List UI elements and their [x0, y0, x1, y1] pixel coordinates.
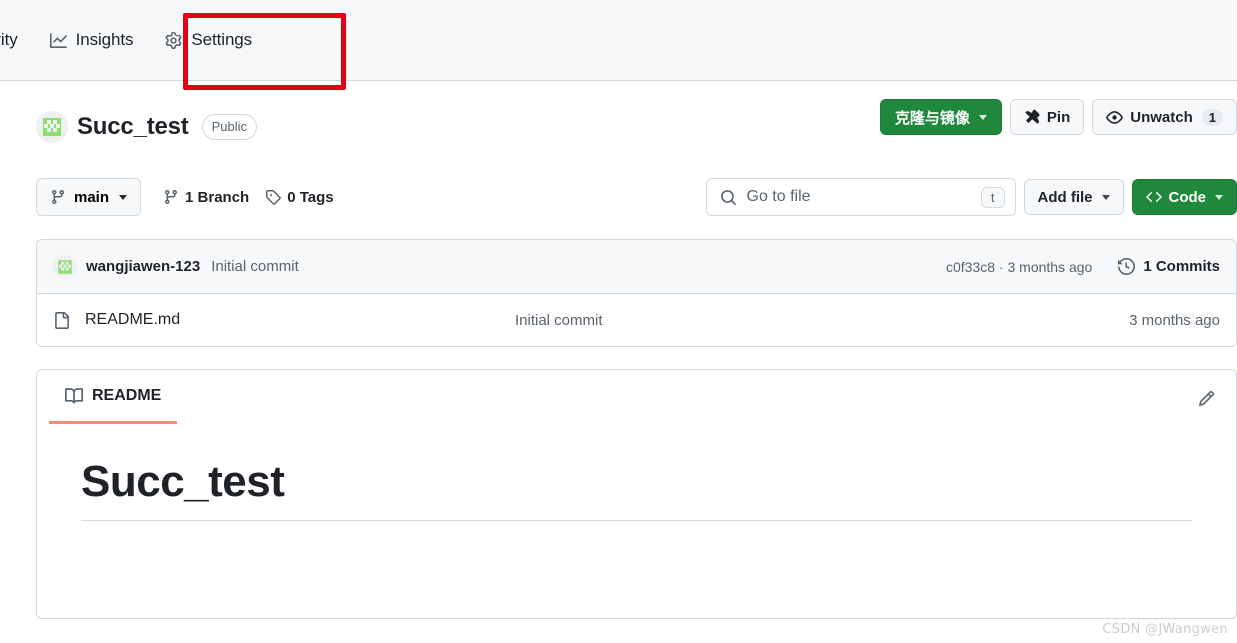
code-icon	[1145, 189, 1162, 205]
readme-panel: README Succ_test	[36, 369, 1237, 619]
file-commit-time: 3 months ago	[1129, 311, 1220, 329]
branch-count-link[interactable]: 1 Branch	[163, 189, 249, 206]
branch-icon	[163, 189, 179, 205]
commit-author-group[interactable]: wangjiawen-123	[53, 254, 200, 279]
search-shortcut-badge: t	[980, 186, 1005, 208]
gear-icon	[165, 31, 182, 49]
tab-readme[interactable]: README	[49, 370, 178, 424]
file-commit-message[interactable]: Initial commit	[515, 312, 1129, 329]
book-icon	[65, 387, 83, 405]
repository-header: Succ_test Public 克隆与镜像 Pin Unwatch 1	[0, 81, 1237, 151]
pin-label: Pin	[1046, 108, 1071, 126]
nav-tab-list: urity Insights Settings	[0, 0, 266, 80]
pin-button[interactable]: Pin	[1009, 99, 1085, 135]
toolbar-right-group: t Add file Code	[705, 178, 1237, 216]
unwatch-label: Unwatch	[1130, 108, 1193, 126]
clone-and-mirror-button[interactable]: 克隆与镜像	[879, 99, 1002, 135]
readme-tab-label: README	[92, 386, 162, 404]
tag-count-link[interactable]: 0 Tags	[265, 188, 334, 206]
search-icon	[720, 189, 737, 206]
chevron-down-icon	[119, 194, 128, 200]
edit-readme-button[interactable]	[1190, 382, 1222, 414]
commit-meta-group: c0f33c8 · 3 months ago 1 Commits	[946, 258, 1220, 275]
nav-tab-security[interactable]: urity	[0, 18, 32, 62]
chevron-down-icon	[978, 114, 987, 120]
add-file-button[interactable]: Add file	[1023, 179, 1124, 215]
pin-icon	[1024, 109, 1040, 125]
nav-tab-insights-label: Insights	[75, 30, 134, 49]
readme-heading: Succ_test	[81, 457, 1192, 522]
file-icon	[53, 311, 70, 329]
readme-body: Succ_test	[37, 424, 1236, 522]
clone-and-mirror-label: 克隆与镜像	[894, 109, 970, 127]
repository-name[interactable]: Succ_test	[77, 113, 189, 141]
visibility-badge: Public	[201, 114, 258, 140]
chevron-down-icon	[1215, 194, 1223, 200]
file-toolbar: main 1 Branch 0 Tags t	[0, 175, 1237, 219]
nav-tab-settings-label: Settings	[191, 30, 253, 49]
repository-actions: 克隆与镜像 Pin Unwatch 1	[879, 99, 1237, 135]
commits-count-label: 1 Commits	[1143, 258, 1220, 275]
nav-tab-security-label: urity	[0, 30, 18, 49]
eye-icon	[1106, 109, 1124, 126]
search-input[interactable]	[736, 188, 981, 206]
tag-icon	[265, 189, 281, 205]
pencil-icon	[1198, 390, 1215, 407]
commit-author-avatar	[53, 254, 77, 279]
tag-count-label: 0 Tags	[287, 188, 334, 206]
chevron-down-icon	[1101, 194, 1110, 200]
add-file-label: Add file	[1037, 188, 1093, 206]
repository-avatar	[36, 111, 68, 143]
file-name-link[interactable]: README.md	[85, 311, 515, 329]
branch-selector-button[interactable]: main	[36, 178, 142, 216]
commit-author-name[interactable]: wangjiawen-123	[86, 258, 200, 275]
commit-hash-and-time[interactable]: c0f33c8 · 3 months ago	[946, 259, 1092, 275]
latest-commit-message[interactable]: Initial commit	[211, 258, 299, 275]
history-icon	[1118, 258, 1136, 275]
go-to-file-search[interactable]: t	[705, 178, 1016, 216]
nav-tab-insights[interactable]: Insights	[36, 18, 148, 62]
branch-count-label: 1 Branch	[185, 188, 250, 206]
file-row[interactable]: README.md Initial commit 3 months ago	[37, 294, 1236, 346]
nav-tab-settings[interactable]: Settings	[151, 18, 266, 62]
readme-header: README	[37, 370, 1236, 424]
watermark: CSDN @JWangwen	[1102, 622, 1228, 637]
branch-selector-label: main	[74, 188, 110, 206]
repository-nav-bar: urity Insights Settings	[0, 0, 1237, 90]
unwatch-button[interactable]: Unwatch 1	[1092, 99, 1237, 135]
code-button[interactable]: Code	[1131, 179, 1237, 215]
graph-icon	[49, 32, 67, 49]
commits-count-link[interactable]: 1 Commits	[1118, 258, 1220, 275]
repository-title-group: Succ_test Public	[36, 111, 258, 143]
latest-commit-row: wangjiawen-123 Initial commit c0f33c8 · …	[37, 240, 1236, 294]
code-label: Code	[1168, 188, 1207, 206]
branch-icon	[50, 189, 66, 205]
file-list-container: wangjiawen-123 Initial commit c0f33c8 · …	[36, 239, 1237, 347]
watch-count-badge: 1	[1201, 108, 1223, 126]
